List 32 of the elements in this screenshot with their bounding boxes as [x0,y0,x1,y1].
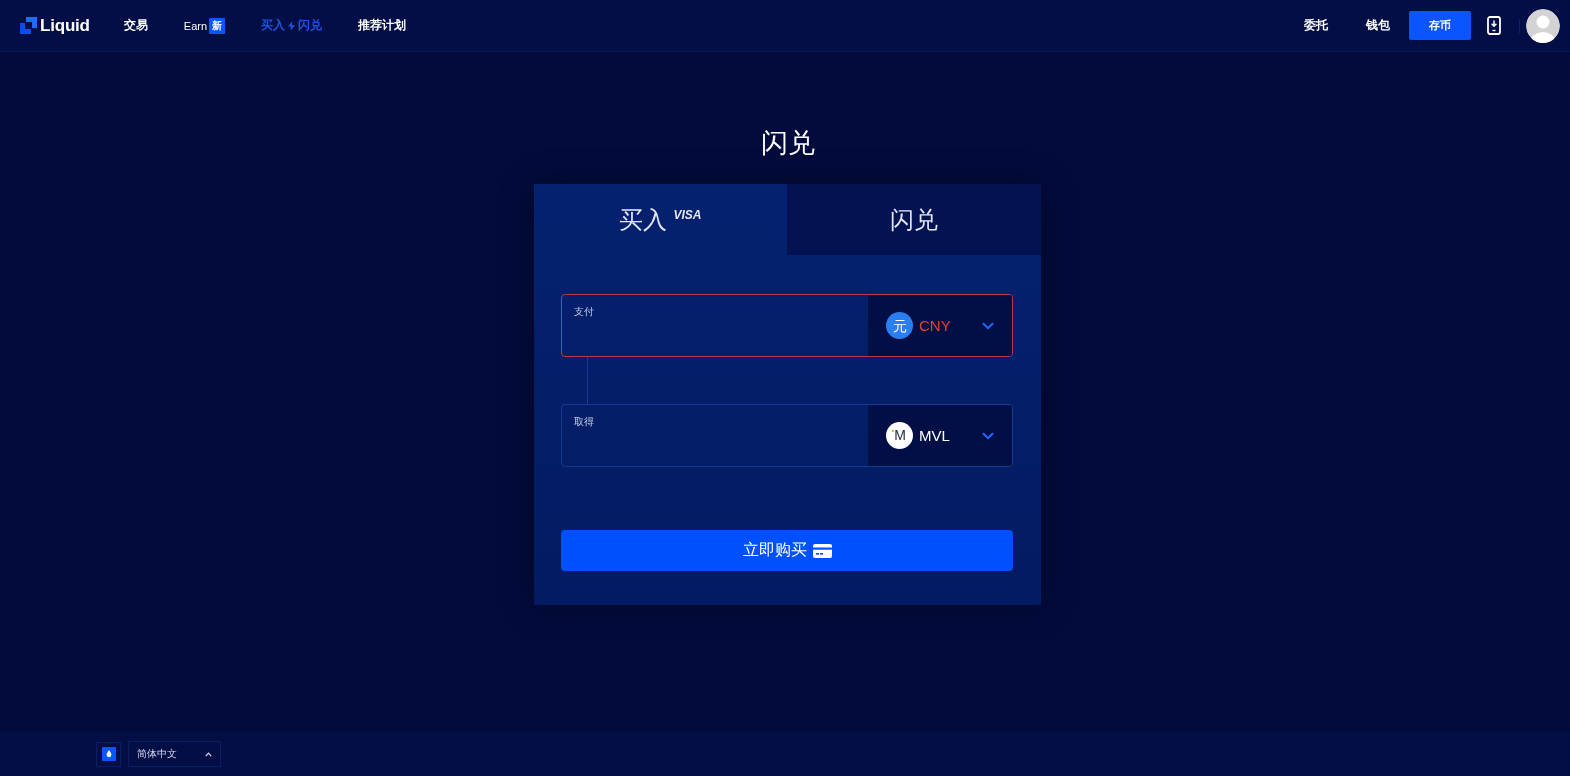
amount-field[interactable]: 支付 元 CNY [561,294,1013,357]
phone-download-icon[interactable] [1487,16,1501,35]
theme-button[interactable] [96,741,121,767]
tab[interactable]: 闪兑 [787,184,1041,255]
logo-icon [20,17,37,34]
chevron-down-icon [982,431,994,440]
deposit-button[interactable]: 存币 [1409,11,1471,40]
credit-card-icon [812,543,832,558]
currency-select[interactable]: M MVL [868,405,1012,466]
brand-name: Liquid [40,15,90,36]
mvl-coin-icon: M [886,422,913,449]
tab[interactable]: 买入 VISA [534,184,787,255]
currency-select[interactable]: 元 CNY [868,295,1012,356]
field-label: 支付 [574,305,595,319]
lightning-icon [288,20,296,31]
caret-up-icon [205,751,212,757]
chevron-down-icon [982,321,994,330]
new-badge: 新 [209,17,226,34]
yuan-coin-icon: 元 [886,312,913,339]
field-label: 取得 [574,415,595,429]
avatar-icon[interactable] [1526,8,1560,43]
nav-link[interactable]: 推荐计划 [358,17,407,34]
nav-link[interactable]: Earn 新 [183,17,226,34]
buy-now-button[interactable]: 立即购买 [561,530,1013,571]
language-select[interactable]: 简体中文 [128,741,221,767]
nav-link[interactable]: 委托 [1304,17,1328,34]
page-title: 闪兑 [760,127,815,160]
amount-field[interactable]: 取得 M MVL [561,404,1013,467]
water-drop-icon [101,747,116,761]
nav-link[interactable]: 交易 [123,17,148,34]
nav-link[interactable]: 钱包 [1366,17,1390,34]
connector-line [587,357,588,404]
